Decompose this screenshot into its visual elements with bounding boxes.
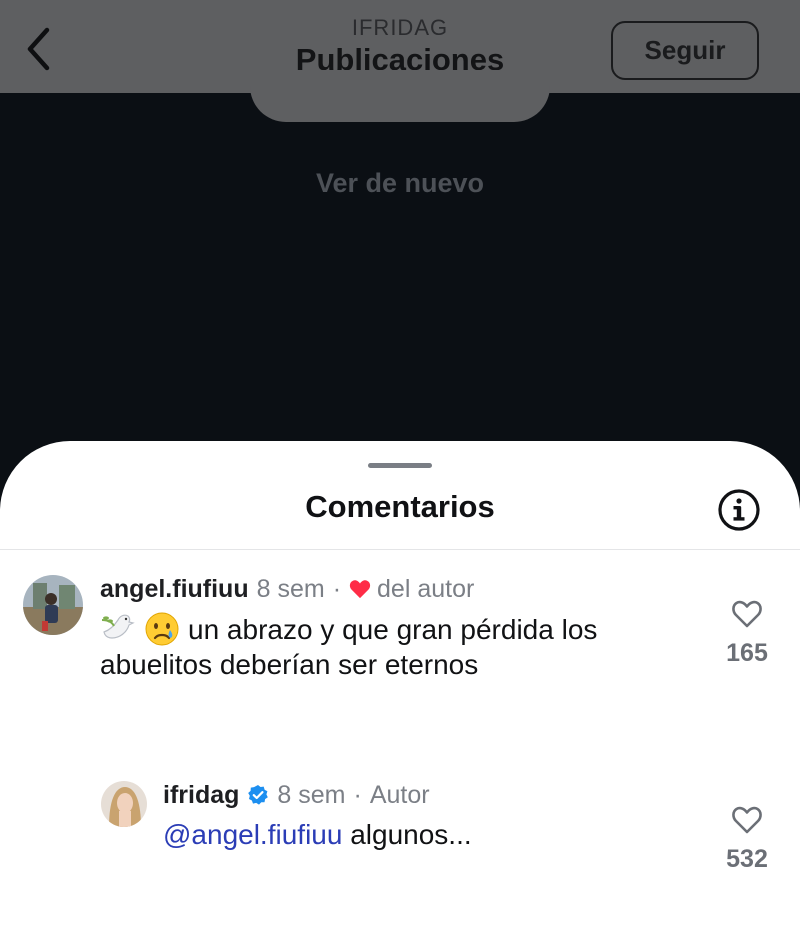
comment-text-line2: abuelitos deberían ser eternos xyxy=(100,649,479,680)
comment-text: un abrazo y que gran pérdida los abuelit… xyxy=(100,611,660,682)
heart-filled-icon xyxy=(349,580,371,599)
comment-time: 8 sem xyxy=(256,574,325,603)
avatar[interactable] xyxy=(23,575,83,635)
dove-emoji-icon xyxy=(101,614,135,639)
reply-meta: ifridag 8 sem · Autor xyxy=(163,779,430,811)
divider xyxy=(0,549,800,550)
comment-meta: angel.fiufiuu 8 sem · del autor xyxy=(100,573,474,605)
reply-text: @angel.fiufiuu algunos... xyxy=(163,817,683,852)
reply-username[interactable]: ifridag xyxy=(163,781,239,810)
mention-link[interactable]: @angel.fiufiuu xyxy=(163,819,342,850)
replay-button[interactable]: Ver de nuevo xyxy=(0,168,800,199)
author-label: Autor xyxy=(369,780,430,809)
like-column: 165 xyxy=(712,599,782,668)
follow-button[interactable]: Seguir xyxy=(611,21,759,80)
like-count: 165 xyxy=(726,639,768,667)
liked-by-author-label: del autor xyxy=(377,574,475,603)
comments-sheet: Comentarios angel.fiufiuu 8 sem · del au… xyxy=(0,441,800,929)
heart-outline-icon[interactable] xyxy=(731,599,763,629)
crying-face-emoji-icon xyxy=(145,612,179,646)
comments-title: Comentarios xyxy=(305,489,495,524)
comment-username[interactable]: angel.fiufiuu xyxy=(100,575,249,604)
sheet-grabber[interactable] xyxy=(368,463,432,468)
meta-separator: · xyxy=(353,780,362,809)
avatar[interactable] xyxy=(101,781,147,827)
reply-text-content: algunos... xyxy=(350,819,472,850)
header-notch xyxy=(250,70,550,122)
meta-separator: · xyxy=(332,574,342,603)
like-count: 532 xyxy=(726,845,768,873)
comment-text-line1: un abrazo y que gran pérdida los xyxy=(188,613,598,645)
verified-badge-icon xyxy=(248,785,269,805)
like-column: 532 xyxy=(712,805,782,874)
info-icon[interactable] xyxy=(717,488,761,532)
heart-outline-icon[interactable] xyxy=(731,805,763,835)
reply-time: 8 sem xyxy=(277,780,346,809)
